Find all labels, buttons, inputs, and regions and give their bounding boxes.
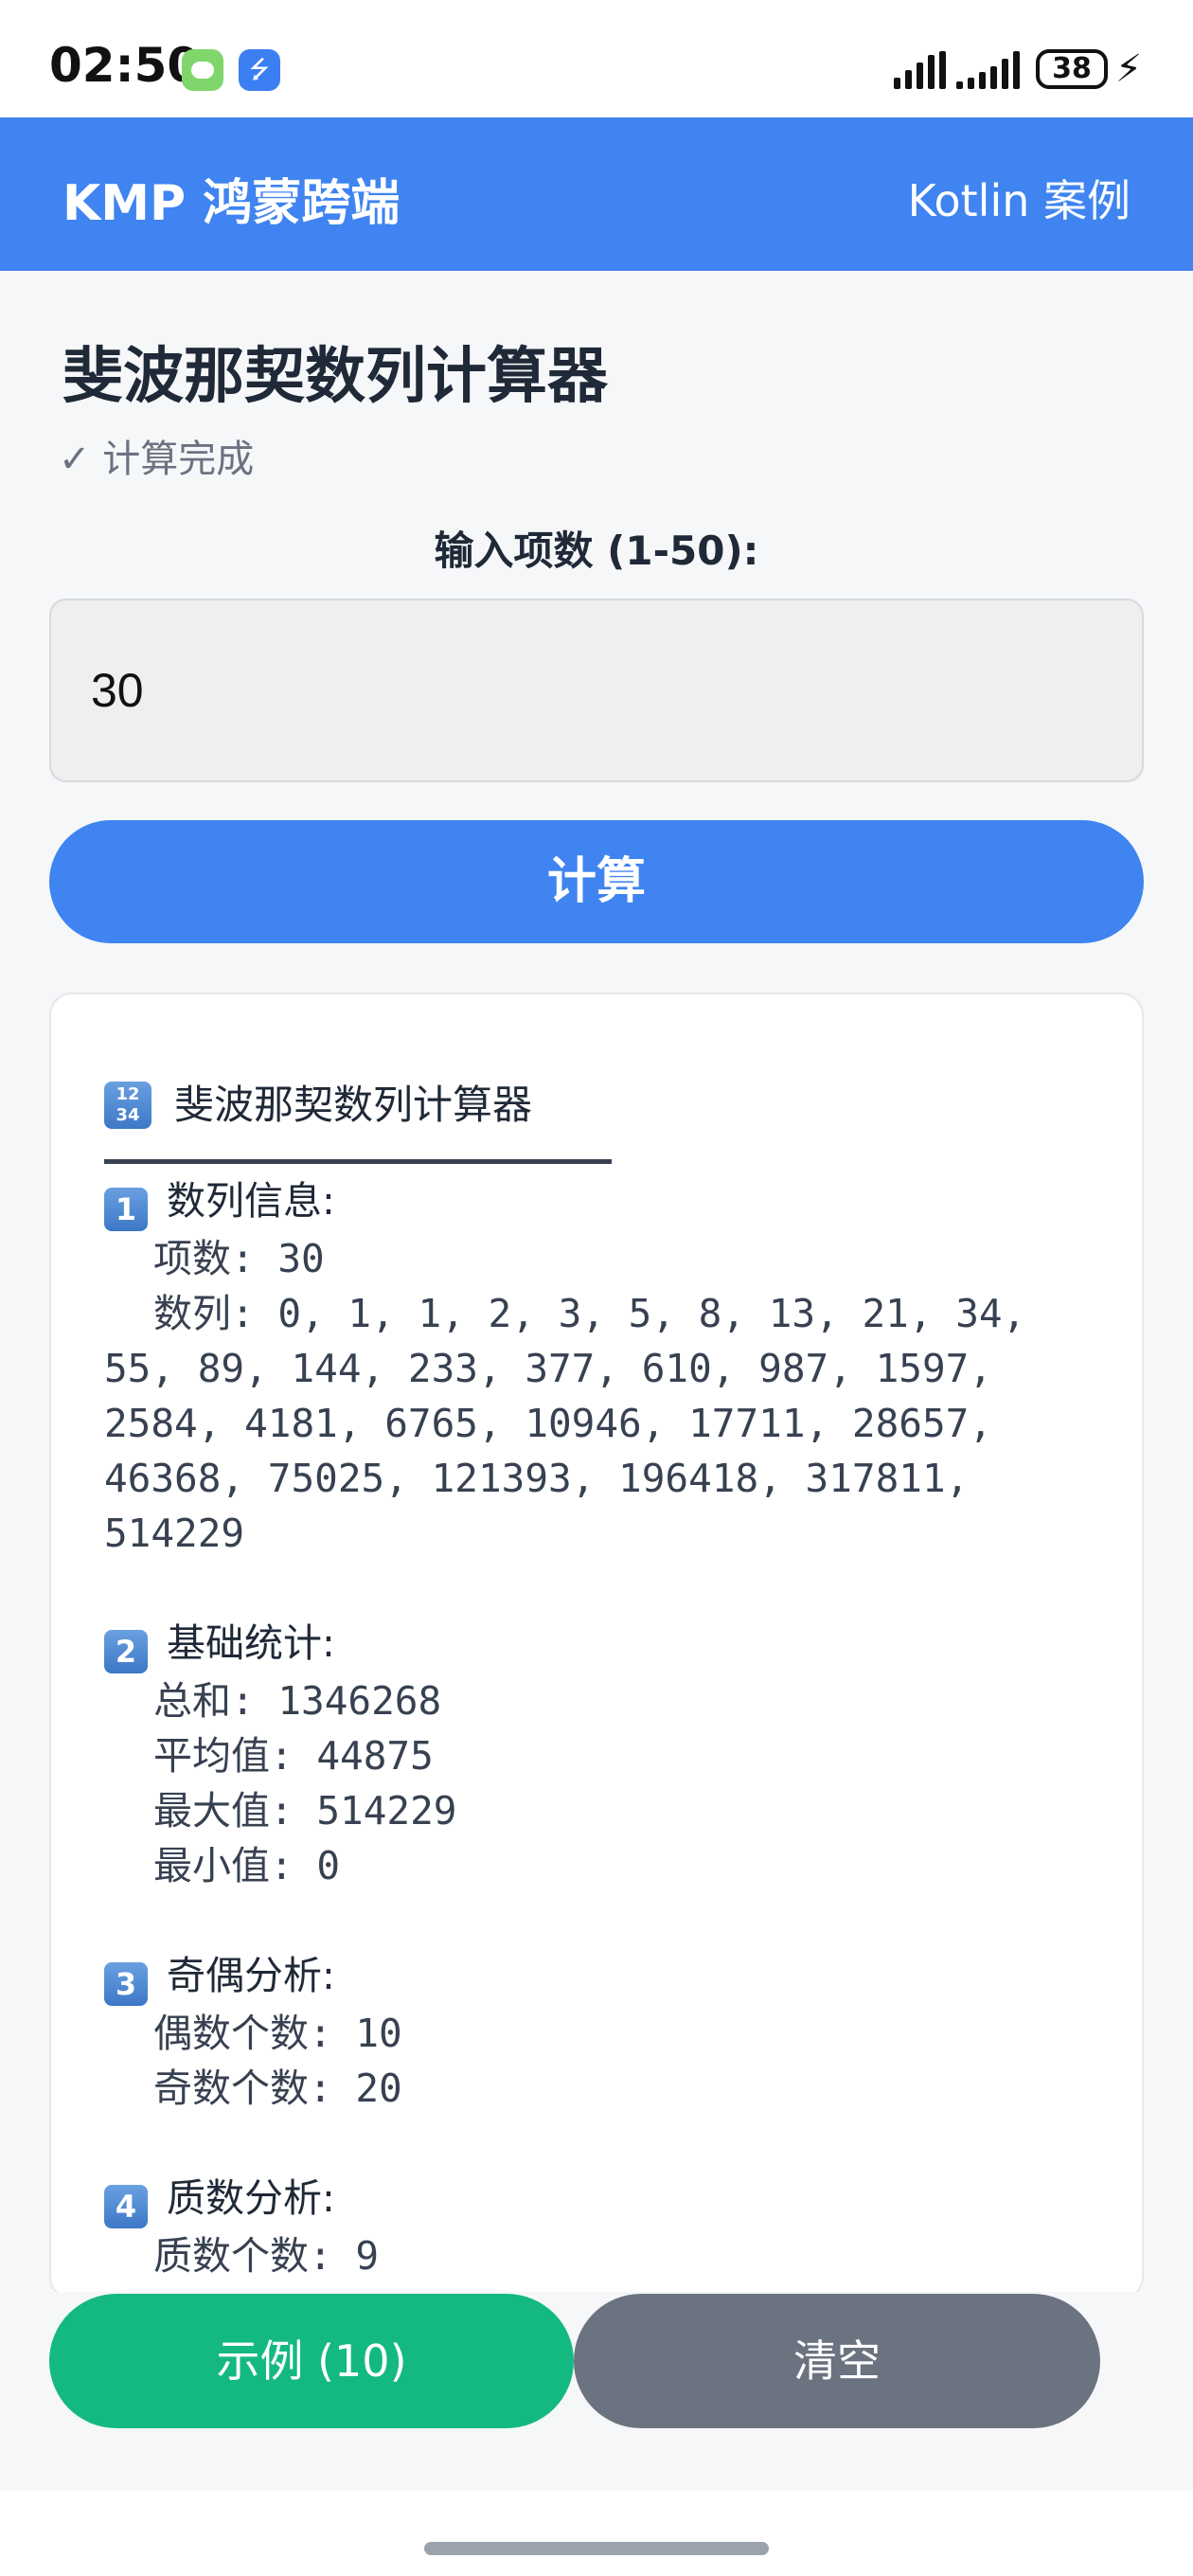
signal-strength-2-icon (956, 51, 1020, 89)
numbers-icon: 12 34 (104, 1082, 151, 1129)
message-notification-icon (182, 49, 223, 91)
battery-icon: 38 (1036, 49, 1108, 89)
result-row: 奇数个数: 20 (153, 2066, 402, 2111)
number-two-icon: 2 (104, 1630, 148, 1673)
home-indicator[interactable] (424, 2542, 769, 2555)
header-divider (104, 1159, 612, 1164)
status-time: 02:50 (49, 38, 201, 93)
term-count-input[interactable]: 30 (49, 599, 1144, 782)
page-title: 斐波那契数列计算器 (62, 342, 608, 412)
section-parity-analysis: 3 奇偶分析: 偶数个数: 10 奇数个数: 20 (104, 1948, 1104, 2116)
section-sequence-info: 1 数列信息: 项数: 30 数列: 0, 1, 1, 2, 3, 5, 8, 1… (104, 1173, 1104, 1561)
usb-icon: ⭍ (239, 49, 280, 91)
number-three-icon: 3 (104, 1962, 148, 2006)
input-label: 输入项数 (1-50): (434, 528, 759, 574)
section-basic-stats: 2 基础统计: 总和: 1346268 平均值: 44875 最大值: 51422… (104, 1616, 1104, 1893)
result-content: 12 34 斐波那契数列计算器 1 数列信息: 项数: 30 数列: 0, 1, … (104, 1078, 1104, 2283)
section-prime-analysis: 4 质数分析: 质数个数: 9 (104, 2171, 1104, 2283)
app-title: KMP 鸿蒙跨端 (62, 175, 401, 232)
result-header-title: 斐波那契数列计算器 (174, 1082, 533, 1128)
number-four-icon: 4 (104, 2185, 148, 2228)
result-row: 最小值: 0 (153, 1843, 341, 1888)
section-title: 奇偶分析: (167, 1953, 335, 1998)
app-bar: KMP 鸿蒙跨端 Kotlin 案例 (0, 117, 1193, 271)
result-row: 偶数个数: 10 (153, 2011, 402, 2056)
section-title: 基础统计: (167, 1620, 335, 1666)
navigation-area (0, 2491, 1193, 2576)
signal-strength-icon (894, 51, 946, 89)
result-panel[interactable]: 12 34 斐波那契数列计算器 1 数列信息: 项数: 30 数列: 0, 1, … (49, 993, 1144, 2299)
calculation-status: ✓ 计算完成 (59, 438, 255, 481)
sequence-values: 数列: 0, 1, 1, 2, 3, 5, 8, 13, 21, 34, 55,… (104, 1291, 1026, 1556)
status-bar: 02:50 ⭍ 38 ⚡ (0, 0, 1193, 117)
result-row: 项数: 30 (153, 1236, 325, 1281)
result-row: 质数个数: 9 (153, 2233, 380, 2279)
result-row: 平均值: 44875 (153, 1733, 434, 1779)
clear-button[interactable]: 清空 (574, 2294, 1100, 2428)
number-one-icon: 1 (104, 1188, 148, 1231)
result-row: 总和: 1346268 (153, 1678, 442, 1724)
charging-bolt-icon: ⚡ (1115, 47, 1143, 91)
section-title: 数列信息: (167, 1178, 335, 1224)
calculate-button[interactable]: 计算 (49, 820, 1144, 943)
example-button[interactable]: 示例 (10) (49, 2294, 574, 2428)
result-header: 12 34 斐波那契数列计算器 (104, 1078, 1104, 1133)
result-row: 最大值: 514229 (153, 1788, 457, 1834)
app-subtitle: Kotlin 案例 (907, 175, 1131, 226)
section-title: 质数分析: (167, 2175, 335, 2221)
